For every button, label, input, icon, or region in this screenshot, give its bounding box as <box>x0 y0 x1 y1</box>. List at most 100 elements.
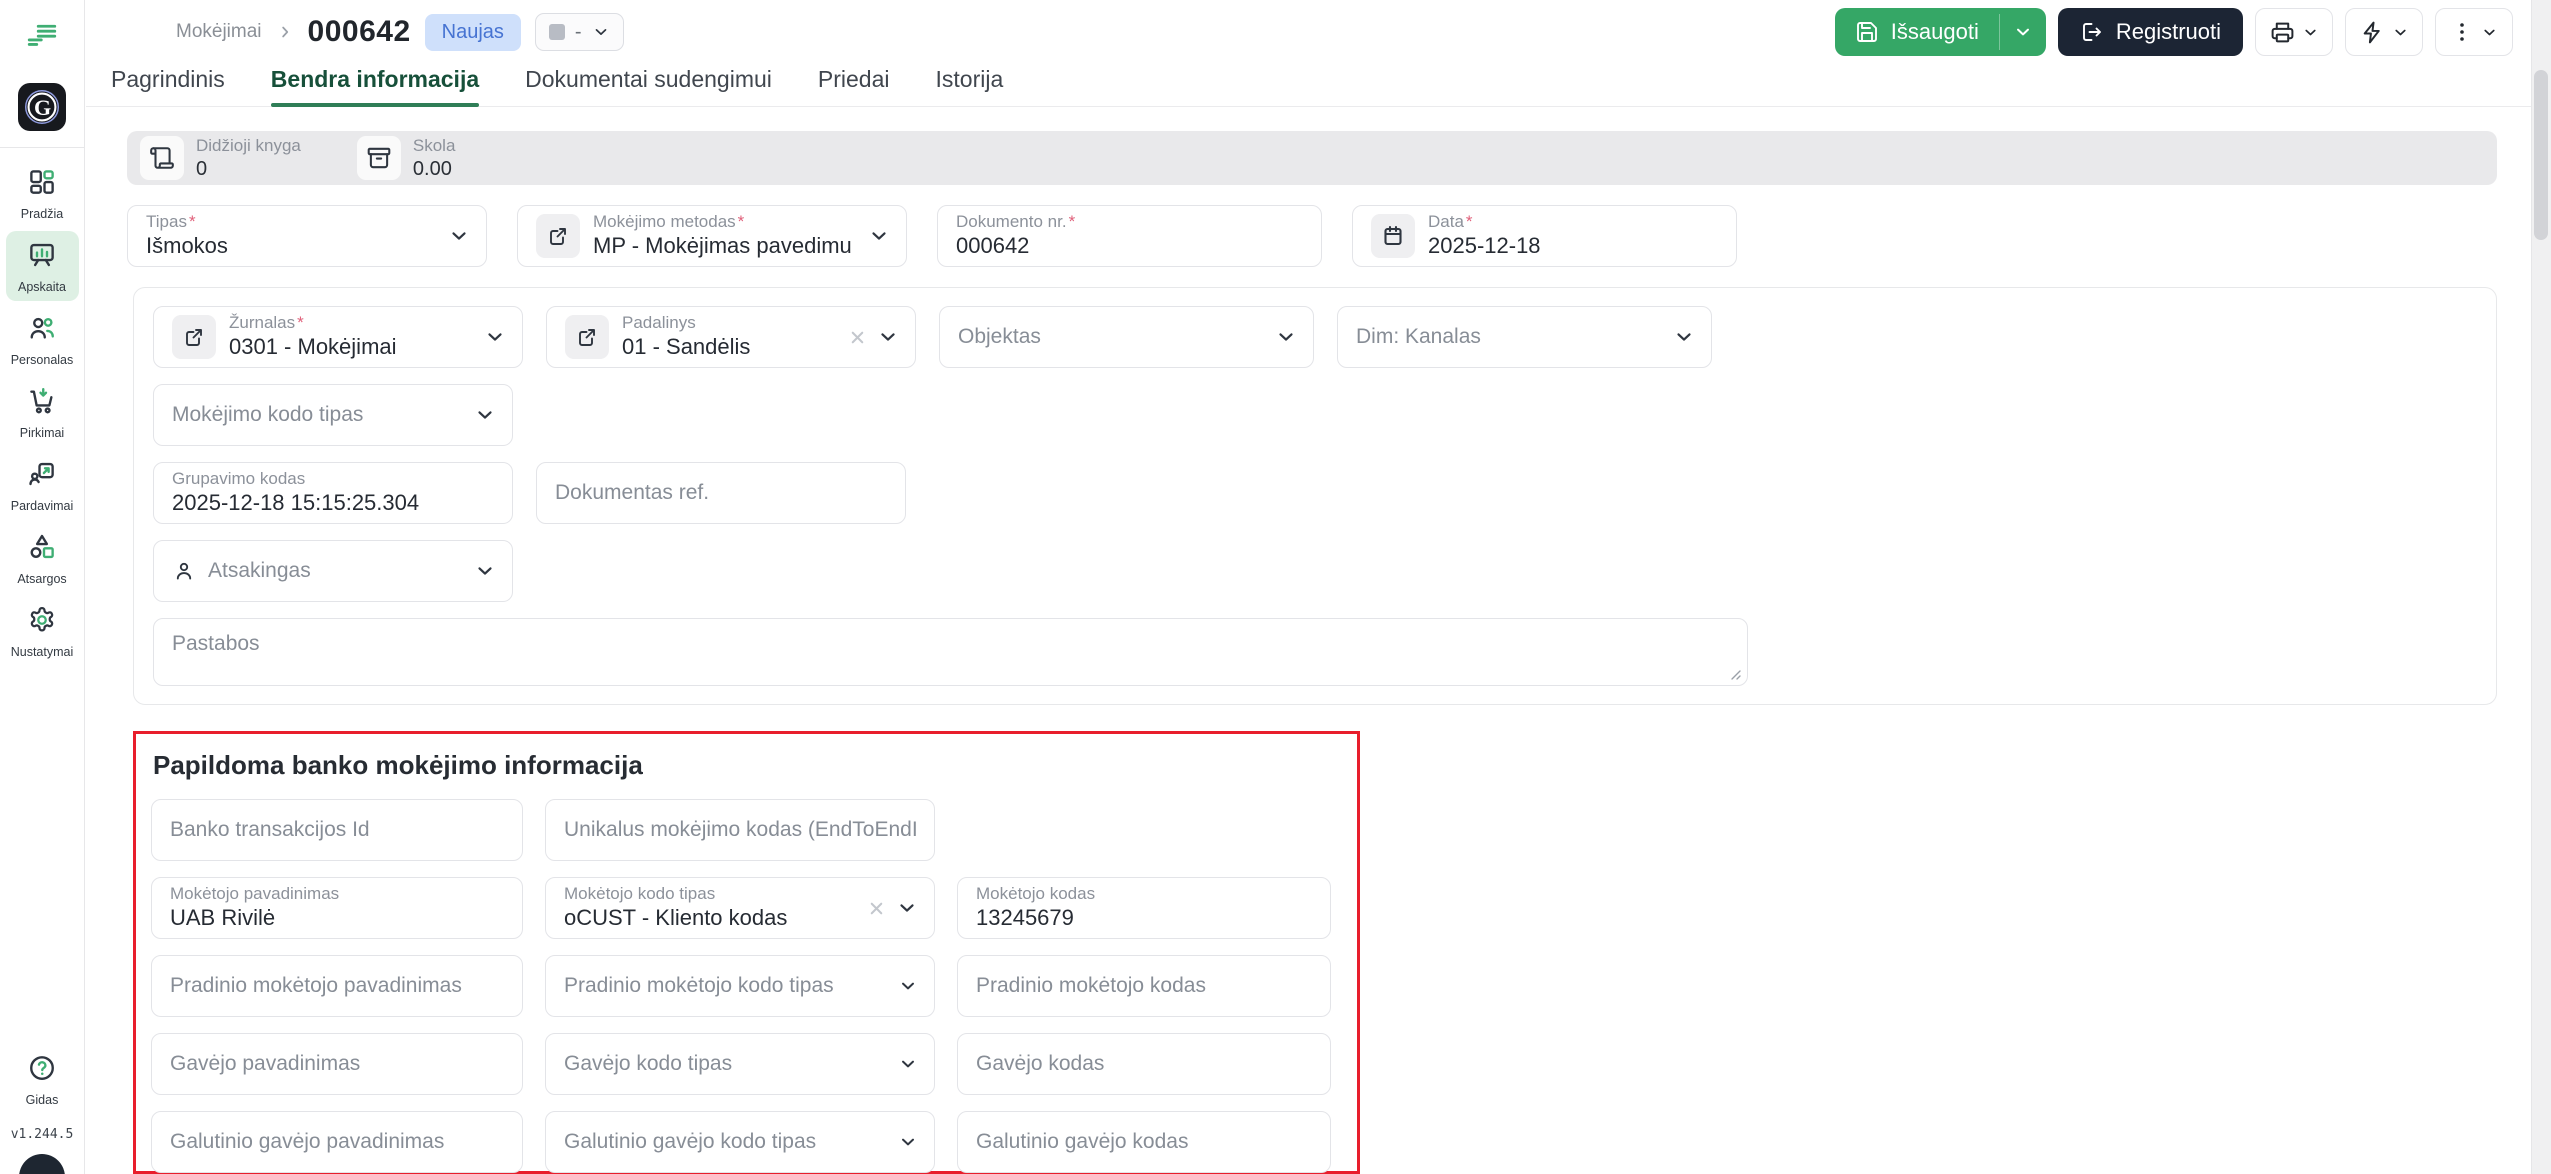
sidebar-item-label: Atsargos <box>17 572 66 586</box>
sidebar-item-nustatymai[interactable]: Nustatymai <box>6 596 79 666</box>
chevron-down-icon[interactable] <box>868 225 890 247</box>
hamburger-menu-icon[interactable] <box>24 18 60 59</box>
field-pradinio-moketojo-kodo-tipas[interactable]: Pradinio mokėtojo kodo tipas <box>545 955 935 1017</box>
field-gavejo-pavadinimas[interactable]: Gavėjo pavadinimas <box>151 1033 523 1095</box>
field-padalinys[interactable]: Padalinys 01 - Sandėlis <box>546 306 916 368</box>
tab-priedai[interactable]: Priedai <box>818 66 890 106</box>
main-area: Mokėjimai 000642 Naujas - <box>86 0 2551 1174</box>
scrollbar-track[interactable] <box>2531 0 2551 1174</box>
field-dim-kanalas[interactable]: Dim: Kanalas <box>1337 306 1712 368</box>
app-version: v1.244.5 <box>11 1127 74 1142</box>
archive-icon <box>357 136 401 180</box>
field-moketojo-pavadinimas[interactable]: Mokėtojo pavadinimas UAB Rivilė <box>151 877 523 939</box>
field-galutinio-gavejo-kodas[interactable]: Galutinio gavėjo kodas <box>957 1111 1331 1173</box>
variant-dropdown[interactable]: - <box>535 13 624 51</box>
field-placeholder: Galutinio gavėjo pavadinimas <box>170 1130 506 1154</box>
field-mokejimo-kodo-tipas[interactable]: Mokėjimo kodo tipas <box>153 384 513 446</box>
sidebar-item-pardavimai[interactable]: Pardavimai <box>6 450 79 520</box>
field-placeholder: Pastabos <box>172 632 260 655</box>
field-zurnalas[interactable]: Žurnalas* 0301 - Mokėjimai <box>153 306 523 368</box>
field-dokumentas-ref[interactable]: Dokumentas ref. <box>536 462 906 524</box>
field-pradinio-moketojo-pavadinimas[interactable]: Pradinio mokėtojo pavadinimas <box>151 955 523 1017</box>
chevron-down-icon[interactable] <box>1673 326 1695 348</box>
chevron-down-icon[interactable] <box>474 560 496 582</box>
field-moketojo-kodas[interactable]: Mokėtojo kodas 13245679 <box>957 877 1331 939</box>
actions-button[interactable] <box>2345 8 2423 56</box>
chevron-down-icon[interactable] <box>484 326 506 348</box>
sidebar-item-label: Pradžia <box>21 207 63 221</box>
chevron-down-icon[interactable] <box>474 404 496 426</box>
details-group: Žurnalas* 0301 - Mokėjimai Padalinys 01 … <box>133 287 2497 705</box>
field-moketojo-kodo-tipas[interactable]: Mokėtojo kodo tipas oCUST - Kliento koda… <box>545 877 935 939</box>
external-link-icon[interactable] <box>536 214 580 258</box>
field-label: Data <box>1428 212 1464 231</box>
field-galutinio-gavejo-pavadinimas[interactable]: Galutinio gavėjo pavadinimas <box>151 1111 523 1173</box>
field-placeholder: Dim: Kanalas <box>1356 325 1663 349</box>
field-data[interactable]: Data* 2025-12-18 <box>1352 205 1737 267</box>
field-placeholder: Unikalus mokėjimo kodas (EndToEndId) <box>564 818 918 842</box>
field-gavejo-kodas[interactable]: Gavėjo kodas <box>957 1033 1331 1095</box>
sidebar-item-label: Apskaita <box>18 280 66 294</box>
sidebar-item-atsargos[interactable]: Atsargos <box>6 523 79 593</box>
user-avatar[interactable] <box>19 1154 65 1174</box>
clear-icon[interactable] <box>848 328 867 347</box>
bank-row-5: Galutinio gavėjo pavadinimas Galutinio g… <box>151 1111 1357 1173</box>
tab-dokumentai-sudengimui[interactable]: Dokumentai sudengimui <box>525 66 772 106</box>
app-logo[interactable]: G <box>18 83 66 131</box>
form-row-5: Atsakingas <box>153 540 2496 602</box>
sidebar-item-apskaita[interactable]: Apskaita <box>6 231 79 301</box>
required-marker: * <box>297 313 304 332</box>
field-atsakingas[interactable]: Atsakingas <box>153 540 513 602</box>
tab-bendra-informacija[interactable]: Bendra informacija <box>271 66 479 106</box>
bank-row-4: Gavėjo pavadinimas Gavėjo kodo tipas Gav… <box>151 1033 1357 1095</box>
field-value: 13245679 <box>976 906 1314 930</box>
field-banko-transakcijos-id[interactable]: Banko transakcijos Id <box>151 799 523 861</box>
field-galutinio-gavejo-kodo-tipas[interactable]: Galutinio gavėjo kodo tipas <box>545 1111 935 1173</box>
sidebar-item-gidas[interactable]: Gidas <box>6 1044 79 1114</box>
save-button-main[interactable]: Išsaugoti <box>1835 8 1999 56</box>
clear-icon[interactable] <box>867 899 886 918</box>
field-mokejimo-metodas[interactable]: Mokėjimo metodas* MP - Mokėjimas pavedim… <box>517 205 907 267</box>
scrollbar-thumb[interactable] <box>2534 70 2548 240</box>
save-button[interactable]: Išsaugoti <box>1835 8 2046 56</box>
field-grupavimo-kodas[interactable]: Grupavimo kodas 2025-12-18 15:15:25.304 <box>153 462 513 524</box>
chevron-down-icon[interactable] <box>877 326 899 348</box>
form-row-6: Pastabos <box>153 618 2496 686</box>
chevron-down-icon[interactable] <box>898 1054 918 1074</box>
field-dokumento-nr[interactable]: Dokumento nr.* 000642 <box>937 205 1322 267</box>
field-label: Grupavimo kodas <box>172 470 496 487</box>
tab-pagrindinis[interactable]: Pagrindinis <box>111 66 225 106</box>
form-row-4: Grupavimo kodas 2025-12-18 15:15:25.304 … <box>153 462 2496 524</box>
external-link-icon[interactable] <box>172 315 216 359</box>
sidebar-item-pirkimai[interactable]: Pirkimai <box>6 377 79 447</box>
variant-value: - <box>575 21 582 44</box>
save-dropdown-toggle[interactable] <box>2000 8 2046 56</box>
chevron-down-icon[interactable] <box>1275 326 1297 348</box>
sidebar-item-personalas[interactable]: Personalas <box>6 304 79 374</box>
chevron-right-icon <box>276 23 294 41</box>
chevron-down-icon[interactable] <box>896 897 918 919</box>
tab-istorija[interactable]: Istorija <box>936 66 1004 106</box>
field-value: 2025-12-18 <box>1428 234 1720 258</box>
more-menu-button[interactable] <box>2435 8 2513 56</box>
sidebar-item-pradzia[interactable]: Pradžia <box>6 158 79 228</box>
chevron-down-icon[interactable] <box>898 1132 918 1152</box>
field-unikalus-mokejimo-kodas[interactable]: Unikalus mokėjimo kodas (EndToEndId) <box>545 799 935 861</box>
field-gavejo-kodo-tipas[interactable]: Gavėjo kodo tipas <box>545 1033 935 1095</box>
bank-section-title: Papildoma banko mokėjimo informacija <box>153 750 1357 781</box>
app-window: G Pradžia <box>0 0 2551 1174</box>
field-objektas[interactable]: Objektas <box>939 306 1314 368</box>
printer-icon <box>2270 20 2295 45</box>
calendar-icon[interactable] <box>1371 214 1415 258</box>
chevron-down-icon[interactable] <box>898 976 918 996</box>
field-pastabos[interactable]: Pastabos <box>153 618 1748 686</box>
external-link-icon[interactable] <box>565 315 609 359</box>
resize-handle[interactable] <box>1727 666 1741 680</box>
field-tipas[interactable]: Tipas* Išmokos <box>127 205 487 267</box>
register-button[interactable]: Registruoti <box>2058 8 2243 56</box>
field-placeholder: Banko transakcijos Id <box>170 818 506 842</box>
breadcrumb-root-link[interactable]: Mokėjimai <box>176 21 262 43</box>
print-button[interactable] <box>2255 8 2333 56</box>
chevron-down-icon[interactable] <box>448 225 470 247</box>
field-pradinio-moketojo-kodas[interactable]: Pradinio mokėtojo kodas <box>957 955 1331 1017</box>
